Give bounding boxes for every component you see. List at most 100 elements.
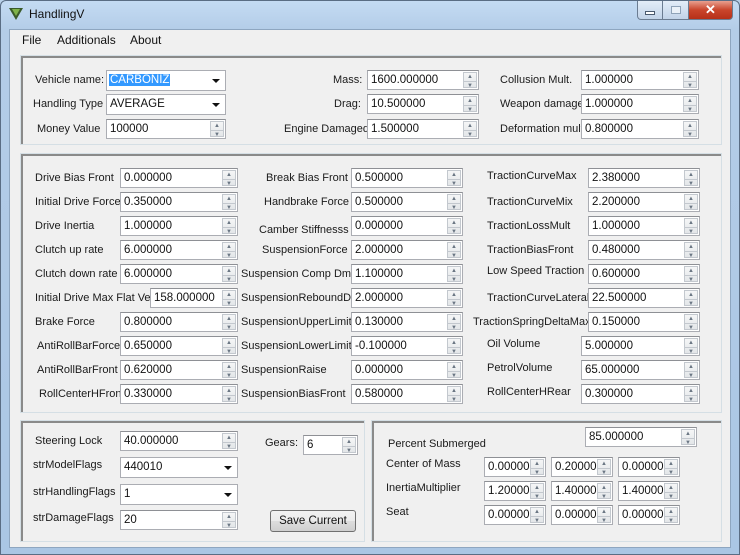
param-input[interactable]: 0.000000 ▲ ▼ — [351, 360, 463, 380]
vector-input[interactable]: 0.000000 ▲ ▼ — [484, 505, 546, 525]
param-input[interactable]: 6.000000 ▲ ▼ — [120, 264, 238, 284]
spinner[interactable]: ▲ ▼ — [222, 170, 236, 187]
param-input[interactable]: 2.380000 ▲ ▼ — [588, 168, 700, 188]
param-input[interactable]: 0.000000 ▲ ▼ — [351, 216, 463, 236]
spinner[interactable]: ▲ ▼ — [683, 72, 697, 89]
spinner[interactable]: ▲ ▼ — [447, 386, 461, 403]
spinner[interactable]: ▲ ▼ — [597, 483, 611, 500]
param-input[interactable]: 0.620000 ▲ ▼ — [120, 360, 238, 380]
spinner[interactable]: ▲ ▼ — [222, 314, 236, 331]
spinner[interactable]: ▲ ▼ — [463, 96, 477, 113]
param-input[interactable]: 0.580000 ▲ ▼ — [351, 384, 463, 404]
param-input[interactable]: 65.000000 ▲ ▼ — [581, 360, 700, 380]
spinner[interactable]: ▲ ▼ — [447, 242, 461, 259]
param-input[interactable]: 0.130000 ▲ ▼ — [351, 312, 463, 332]
param-input[interactable]: 158.000000 ▲ ▼ — [150, 288, 238, 308]
spinner[interactable]: ▲ ▼ — [447, 266, 461, 283]
spinner[interactable]: ▲ ▼ — [530, 507, 544, 524]
menu-additionals[interactable]: Additionals — [54, 33, 119, 47]
param-input[interactable]: 0.300000 ▲ ▼ — [581, 384, 700, 404]
spinner[interactable]: ▲ ▼ — [684, 194, 698, 211]
spinner[interactable]: ▲ ▼ — [463, 121, 477, 138]
param-input[interactable]: 0.150000 ▲ ▼ — [588, 312, 700, 332]
spinner[interactable]: ▲ ▼ — [683, 121, 697, 138]
param-input[interactable]: 0.600000 ▲ ▼ — [588, 264, 700, 284]
param-input[interactable]: 1.000000 ▲ ▼ — [120, 216, 238, 236]
spinner[interactable]: ▲ ▼ — [222, 433, 236, 450]
param-input[interactable]: 0.480000 ▲ ▼ — [588, 240, 700, 260]
spinner[interactable]: ▲ ▼ — [210, 121, 224, 138]
spinner[interactable]: ▲ ▼ — [447, 290, 461, 307]
percent-submerged-input[interactable]: 85.000000 ▲ ▼ — [585, 427, 697, 447]
param-input[interactable]: 0.330000 ▲ ▼ — [120, 384, 238, 404]
param-input[interactable]: 0.500000 ▲ ▼ — [351, 192, 463, 212]
param-input[interactable]: 2.000000 ▲ ▼ — [351, 240, 463, 260]
vector-input[interactable]: 0.000000 ▲ ▼ — [551, 505, 613, 525]
spinner[interactable]: ▲ ▼ — [447, 170, 461, 187]
gears-input[interactable]: 6 ▲ ▼ — [303, 435, 358, 455]
param-input[interactable]: 0.500000 ▲ ▼ — [351, 168, 463, 188]
menu-file[interactable]: File — [19, 33, 44, 47]
spinner[interactable]: ▲ ▼ — [530, 459, 544, 476]
vector-input[interactable]: 0.000000 ▲ ▼ — [618, 505, 680, 525]
param-input[interactable]: 0.650000 ▲ ▼ — [120, 336, 238, 356]
engine-damaged-input[interactable]: 1.500000 ▲ ▼ — [367, 119, 479, 139]
spinner[interactable]: ▲ ▼ — [222, 362, 236, 379]
maximize-button[interactable] — [663, 1, 689, 20]
minimize-button[interactable] — [637, 1, 663, 20]
param-input[interactable]: -0.100000 ▲ ▼ — [351, 336, 463, 356]
param-input[interactable]: 5.000000 ▲ ▼ — [581, 336, 700, 356]
money-value-input[interactable]: 100000 ▲ ▼ — [106, 119, 226, 139]
spinner[interactable]: ▲ ▼ — [222, 290, 236, 307]
spinner[interactable]: ▲ ▼ — [597, 507, 611, 524]
param-input[interactable]: 1.000000 ▲ ▼ — [588, 216, 700, 236]
vector-input[interactable]: 0.000000 ▲ ▼ — [484, 457, 546, 477]
model-flags-combo[interactable]: 440010 — [120, 457, 238, 478]
spinner[interactable]: ▲ ▼ — [684, 338, 698, 355]
vector-input[interactable]: 1.400000 ▲ ▼ — [551, 481, 613, 501]
param-input[interactable]: 6.000000 ▲ ▼ — [120, 240, 238, 260]
spinner[interactable]: ▲ ▼ — [447, 338, 461, 355]
vector-input[interactable]: 1.200000 ▲ ▼ — [484, 481, 546, 501]
spinner[interactable]: ▲ ▼ — [664, 507, 678, 524]
param-input[interactable]: 22.500000 ▲ ▼ — [588, 288, 700, 308]
weapon-damage-input[interactable]: 1.000000 ▲ ▼ — [581, 94, 699, 114]
param-input[interactable]: 0.000000 ▲ ▼ — [120, 168, 238, 188]
spinner[interactable]: ▲ ▼ — [664, 459, 678, 476]
spinner[interactable]: ▲ ▼ — [684, 242, 698, 259]
collusion-mult-input[interactable]: 1.000000 ▲ ▼ — [581, 70, 699, 90]
mass-input[interactable]: 1600.000000 ▲ ▼ — [367, 70, 479, 90]
spinner[interactable]: ▲ ▼ — [681, 429, 695, 446]
vehicle-name-combo[interactable]: CARBONIZ — [106, 70, 226, 91]
spinner[interactable]: ▲ ▼ — [222, 338, 236, 355]
save-current-button[interactable]: Save Current — [270, 510, 356, 532]
handling-type-combo[interactable]: AVERAGE — [106, 94, 226, 115]
param-input[interactable]: 0.350000 ▲ ▼ — [120, 192, 238, 212]
spinner[interactable]: ▲ ▼ — [683, 96, 697, 113]
spinner[interactable]: ▲ ▼ — [597, 459, 611, 476]
param-input[interactable]: 2.000000 ▲ ▼ — [351, 288, 463, 308]
damage-flags-input[interactable]: 20 ▲ ▼ — [120, 510, 238, 530]
spinner[interactable]: ▲ ▼ — [530, 483, 544, 500]
vector-input[interactable]: 0.200000 ▲ ▼ — [551, 457, 613, 477]
spinner[interactable]: ▲ ▼ — [664, 483, 678, 500]
spinner[interactable]: ▲ ▼ — [222, 386, 236, 403]
spinner[interactable]: ▲ ▼ — [684, 266, 698, 283]
param-input[interactable]: 2.200000 ▲ ▼ — [588, 192, 700, 212]
spinner[interactable]: ▲ ▼ — [447, 314, 461, 331]
handling-flags-combo[interactable]: 1 — [120, 484, 238, 505]
param-input[interactable]: 0.800000 ▲ ▼ — [120, 312, 238, 332]
menu-about[interactable]: About — [127, 33, 164, 47]
spinner[interactable]: ▲ ▼ — [342, 437, 356, 454]
close-button[interactable]: ✕ — [689, 1, 733, 20]
param-input[interactable]: 1.100000 ▲ ▼ — [351, 264, 463, 284]
spinner[interactable]: ▲ ▼ — [222, 194, 236, 211]
steering-lock-input[interactable]: 40.000000 ▲ ▼ — [120, 431, 238, 451]
spinner[interactable]: ▲ ▼ — [447, 194, 461, 211]
spinner[interactable]: ▲ ▼ — [222, 218, 236, 235]
spinner[interactable]: ▲ ▼ — [447, 362, 461, 379]
vector-input[interactable]: 0.000000 ▲ ▼ — [618, 457, 680, 477]
vector-input[interactable]: 1.400000 ▲ ▼ — [618, 481, 680, 501]
deformation-mult-input[interactable]: 0.800000 ▲ ▼ — [581, 119, 699, 139]
drag-input[interactable]: 10.500000 ▲ ▼ — [367, 94, 479, 114]
